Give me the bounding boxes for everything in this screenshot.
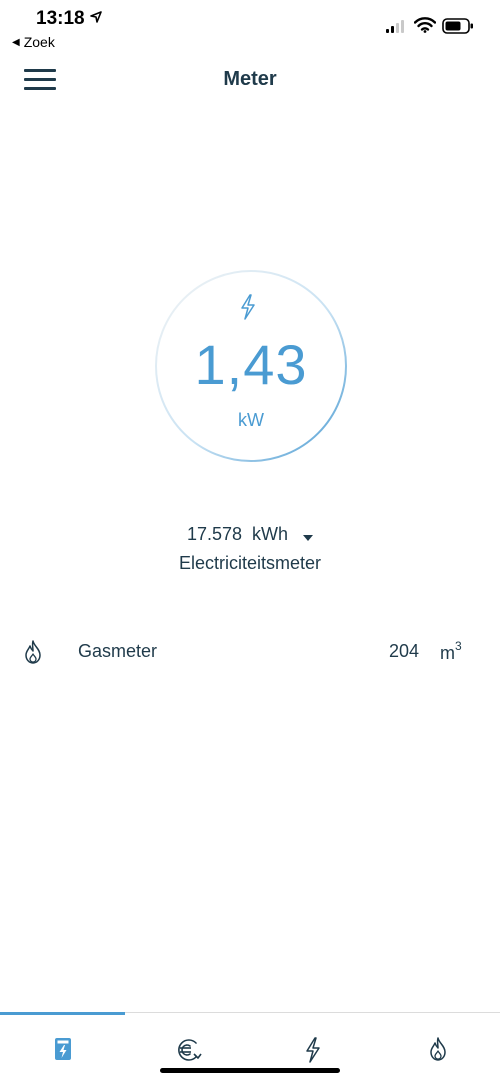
euro-icon — [174, 1037, 202, 1068]
back-label: Zoek — [23, 34, 55, 50]
app-screen: 13:18 ◀ Zoek Meter 1,43 kW 17.578 kWh El… — [0, 0, 500, 1082]
status-bar: 13:18 ◀ Zoek — [0, 0, 500, 52]
cellular-signal-icon — [386, 20, 404, 33]
gas-meter-value: 204 — [389, 641, 420, 661]
power-gauge: 1,43 kW — [153, 268, 349, 464]
chevron-down-icon[interactable] — [303, 525, 314, 546]
flame-icon — [24, 640, 42, 669]
gas-meter-row[interactable]: Gasmeter 204 m3 — [0, 630, 500, 674]
back-to-app-link[interactable]: ◀ Zoek — [12, 34, 55, 50]
gas-meter-unit: m3 — [440, 639, 462, 663]
location-arrow-icon — [90, 10, 102, 28]
battery-icon — [442, 18, 474, 39]
app-header: Meter — [0, 52, 500, 106]
current-power-value: 1,43 — [194, 333, 308, 396]
meter-icon — [54, 1037, 72, 1066]
tab-meter[interactable] — [0, 1013, 125, 1082]
wifi-icon — [413, 17, 437, 38]
meter-reading-value: 17.578 — [186, 524, 243, 544]
meter-reading-unit: kWh — [252, 524, 289, 544]
back-triangle-icon: ◀ — [12, 36, 20, 48]
home-indicator[interactable] — [160, 1068, 340, 1073]
page-title: Meter — [223, 68, 277, 90]
tab-gas[interactable] — [375, 1013, 500, 1082]
flame-icon — [429, 1037, 447, 1066]
current-power-unit: kW — [238, 410, 264, 430]
gas-meter-label: Gasmeter — [78, 641, 158, 661]
meter-name: Electriciteitsmeter — [178, 553, 322, 573]
status-time: 13:18 — [36, 8, 85, 29]
lightning-icon — [305, 1037, 321, 1068]
meter-reading-selector[interactable]: 17.578 kWh — [0, 524, 500, 546]
